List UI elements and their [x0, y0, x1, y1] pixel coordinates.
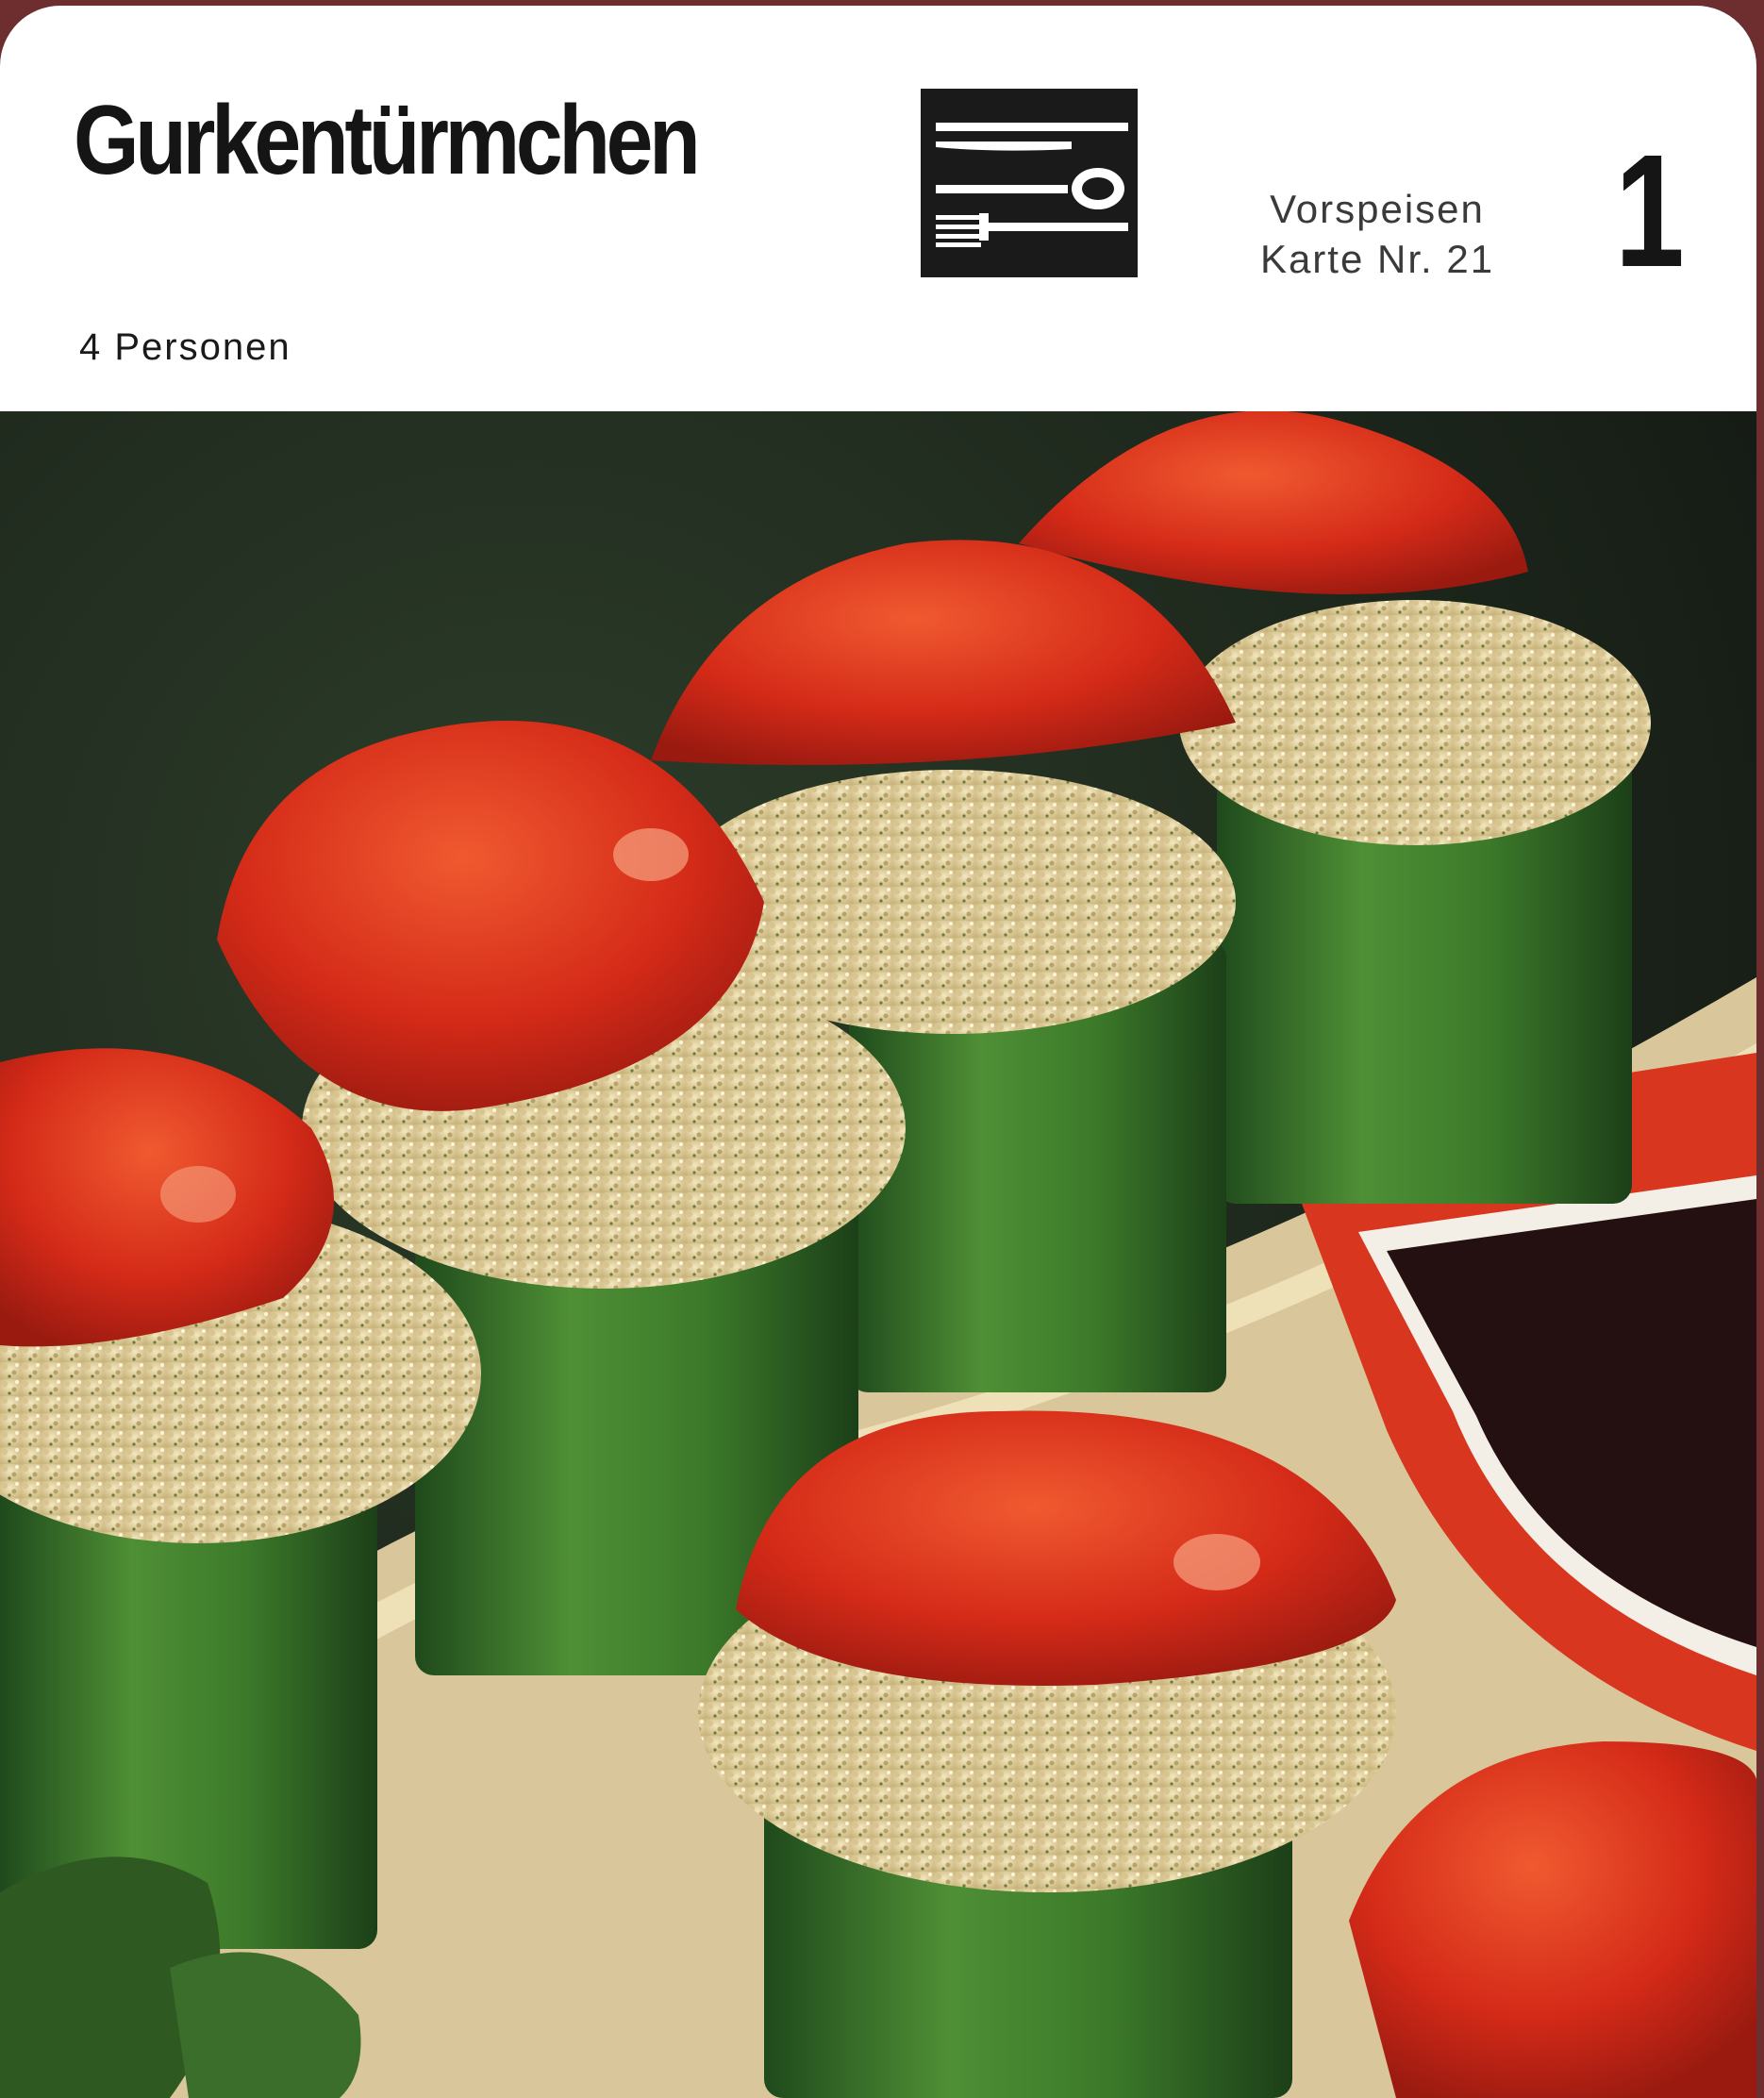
- cutlery-icon: [921, 89, 1138, 277]
- card-header: Gurkentürmchen 4 Personen Vorspeisen Kar…: [0, 6, 1756, 411]
- recipe-title: Gurkentürmchen: [74, 86, 701, 195]
- category-label: Vorspeisen Karte Nr. 21: [1236, 185, 1519, 284]
- category-name: Vorspeisen: [1270, 187, 1485, 231]
- card-number: Karte Nr. 21: [1259, 236, 1495, 281]
- section-number: 1: [1615, 122, 1685, 301]
- servings-label: 4 Personen: [79, 326, 291, 368]
- cucumber-towers-photo: [0, 411, 1756, 2098]
- recipe-card: Gurkentürmchen 4 Personen Vorspeisen Kar…: [0, 6, 1756, 2098]
